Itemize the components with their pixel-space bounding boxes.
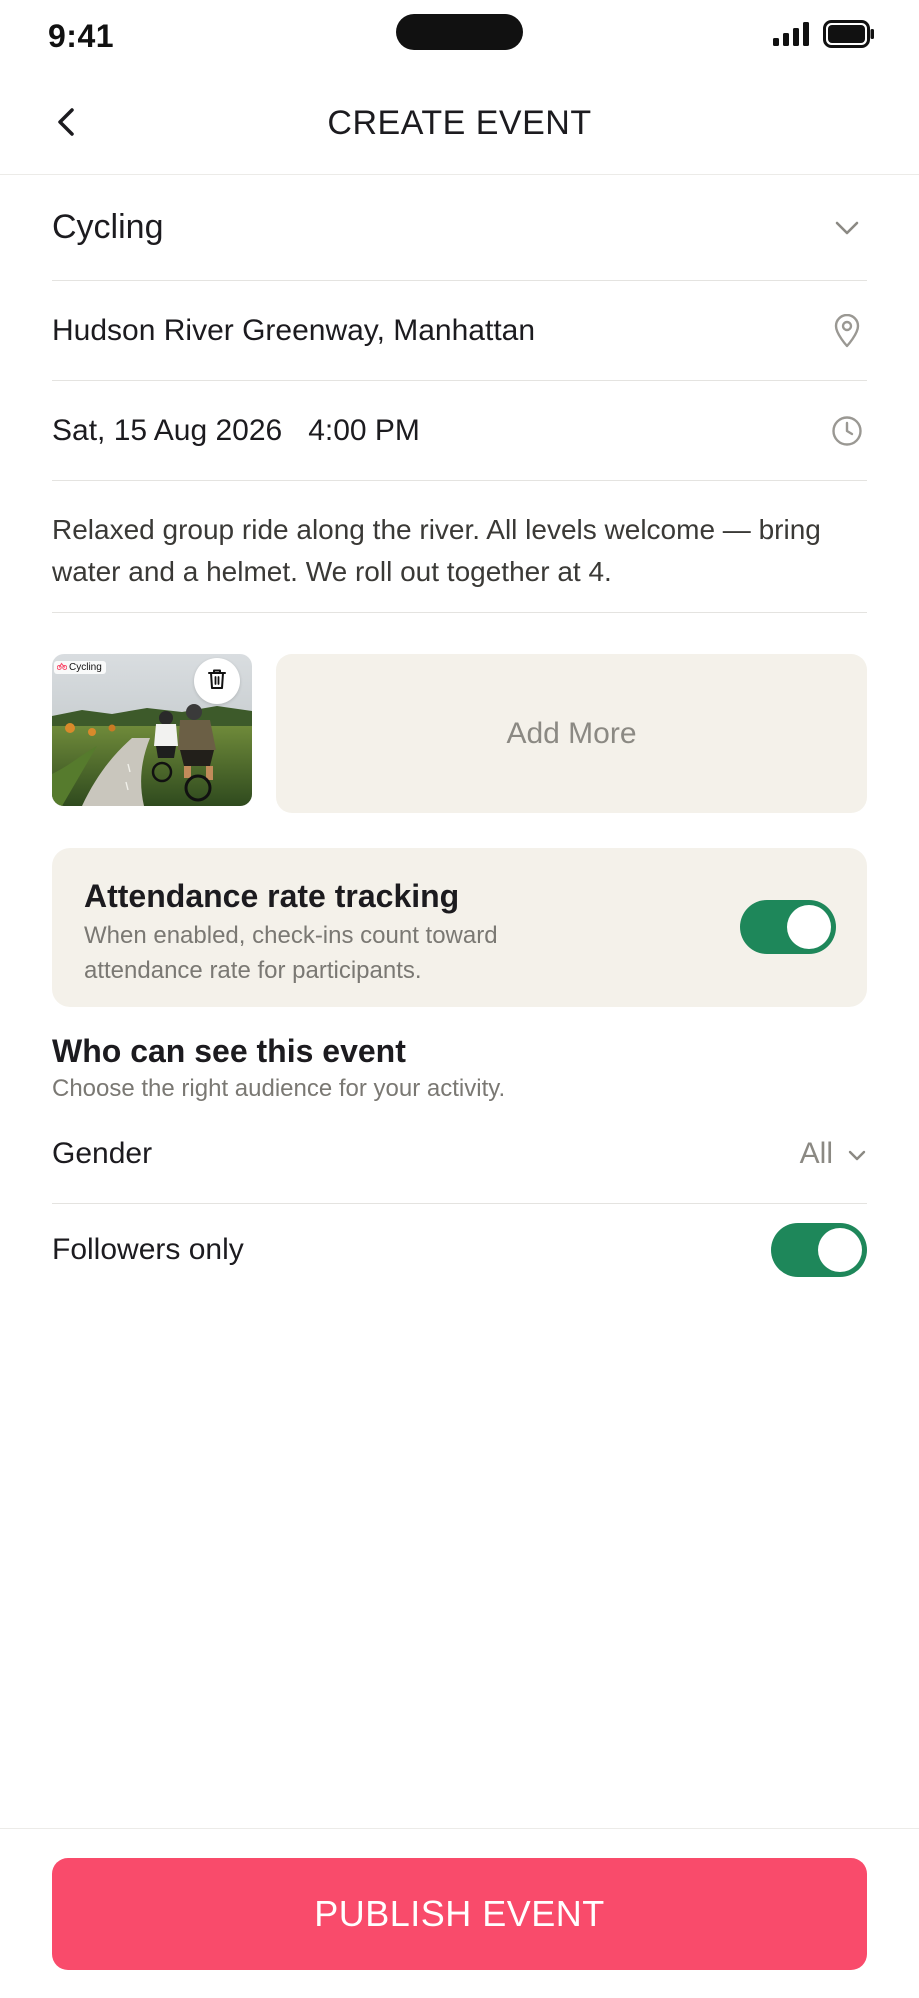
chevron-down-icon xyxy=(829,210,865,246)
attendance-toggle[interactable] xyxy=(740,900,836,954)
visibility-section-title: Who can see this event xyxy=(52,1033,406,1069)
clock-icon xyxy=(829,413,865,449)
bottom-action-bar: PUBLISH EVENT xyxy=(0,1828,919,1998)
header: CREATE EVENT xyxy=(0,70,919,175)
dynamic-island xyxy=(396,14,523,50)
activity-value: Cycling xyxy=(52,208,164,246)
photo-gallery: Cycling Add More xyxy=(52,654,867,814)
attendance-description: When enabled, check-ins count toward att… xyxy=(84,922,498,984)
status-bar: 9:41 xyxy=(0,0,919,70)
toggle-knob xyxy=(818,1228,862,1272)
description-value: Relaxed group ride along the river. All … xyxy=(52,514,821,587)
gender-label: Gender xyxy=(52,1137,153,1170)
location-field[interactable]: Hudson River Greenway, Manhattan xyxy=(52,281,867,381)
date-value: Sat, 15 Aug 2026 xyxy=(52,413,283,447)
photo-activity-tag: Cycling xyxy=(54,661,106,674)
activity-select[interactable]: Cycling xyxy=(52,175,867,281)
status-time: 9:41 xyxy=(48,18,115,54)
gender-value: All xyxy=(799,1137,833,1170)
followers-only-row: Followers only xyxy=(52,1204,867,1296)
bike-icon xyxy=(56,662,68,673)
add-more-photos-button[interactable]: Add More xyxy=(276,654,867,813)
event-form: Cycling Hudson River Greenway, Manhattan… xyxy=(52,175,867,613)
followers-only-toggle[interactable] xyxy=(771,1223,867,1277)
signal-icon xyxy=(773,22,811,51)
location-pin-icon xyxy=(829,313,865,349)
event-photo-thumbnail[interactable]: Cycling xyxy=(52,654,252,806)
trash-icon xyxy=(207,668,227,695)
battery-icon xyxy=(823,20,875,53)
gender-select[interactable]: All xyxy=(800,1137,867,1171)
chevron-down-icon xyxy=(847,1137,867,1171)
toggle-knob xyxy=(787,905,831,949)
page-title: CREATE EVENT xyxy=(327,104,592,142)
publish-event-button[interactable]: PUBLISH EVENT xyxy=(52,1858,867,1970)
location-value: Hudson River Greenway, Manhattan xyxy=(52,313,536,347)
time-value: 4:00 PM xyxy=(308,413,420,447)
gender-row: Gender All xyxy=(52,1105,867,1204)
photo-tag-label: Cycling xyxy=(69,662,102,673)
attendance-tracking-card: Attendance rate tracking When enabled, c… xyxy=(52,848,867,1007)
visibility-section-subtitle: Choose the right audience for your activ… xyxy=(52,1075,506,1102)
attendance-title: Attendance rate tracking xyxy=(84,878,460,914)
description-field[interactable]: Relaxed group ride along the river. All … xyxy=(52,481,867,613)
followers-only-label: Followers only xyxy=(52,1233,244,1266)
date-time-field[interactable]: Sat, 15 Aug 2026 4:00 PM xyxy=(52,381,867,481)
date-time-value: Sat, 15 Aug 2026 4:00 PM xyxy=(52,414,420,448)
status-icons xyxy=(773,20,875,53)
delete-photo-button[interactable] xyxy=(194,658,240,704)
